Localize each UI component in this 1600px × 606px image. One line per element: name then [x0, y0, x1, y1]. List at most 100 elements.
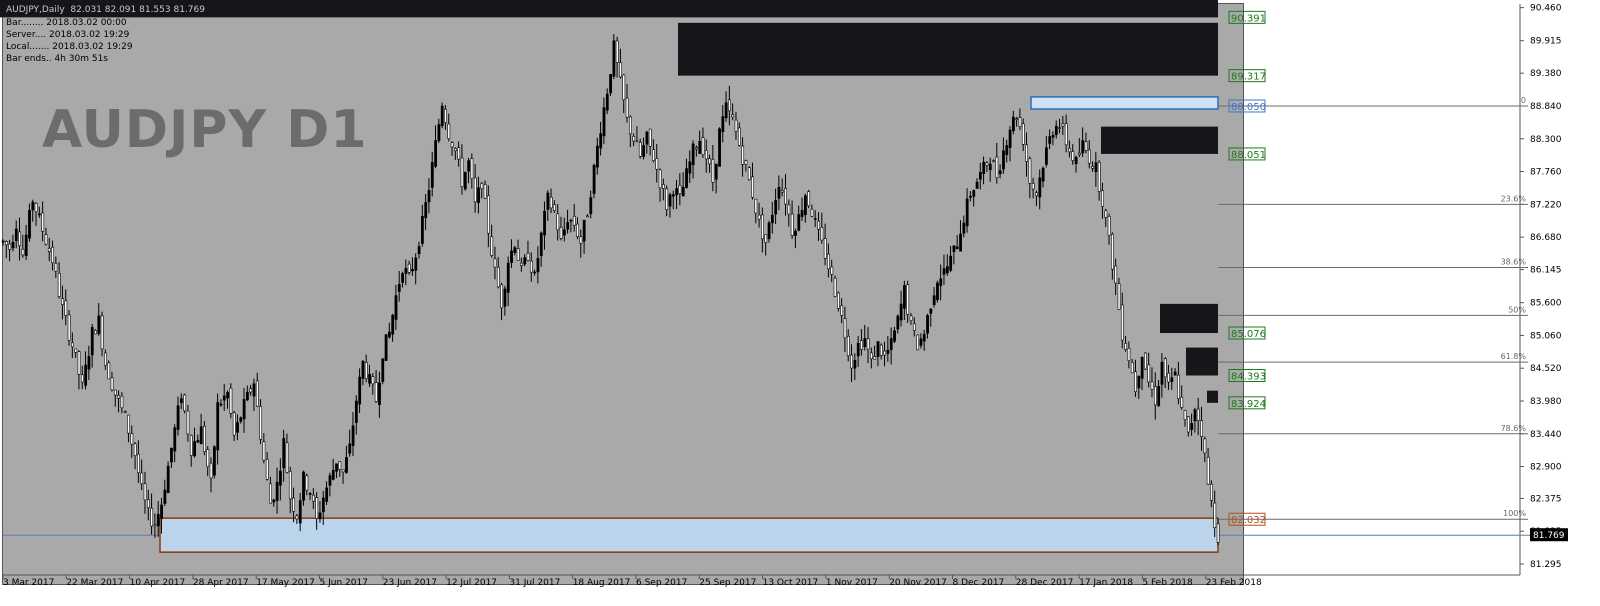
candle-body	[397, 284, 401, 292]
candle-body	[856, 343, 860, 357]
candle-body	[38, 213, 41, 216]
candle-body	[90, 327, 94, 356]
candle-body	[354, 400, 358, 423]
candle-body	[569, 219, 573, 222]
candle-body	[163, 489, 167, 504]
candle-body	[1035, 192, 1038, 197]
candle-body	[216, 402, 220, 451]
candle-body	[648, 128, 652, 147]
candle-body	[893, 330, 896, 342]
candle-body	[71, 342, 74, 348]
current-price-label: 81.769	[1533, 531, 1565, 541]
candle-body	[714, 163, 718, 180]
candle-body	[51, 246, 55, 264]
info-bar-time: Bar........ 2018.03.02 00:00	[6, 18, 127, 28]
candle-body	[949, 255, 953, 271]
demand-zone	[159, 517, 1219, 553]
candle-body	[536, 258, 540, 273]
candle-body	[424, 202, 428, 219]
x-tick-label: 22 Mar 2017	[66, 578, 123, 588]
y-tick-label: 85.060	[1530, 331, 1562, 341]
candle-body	[645, 131, 649, 145]
candle-body	[846, 336, 850, 357]
candle-body	[978, 172, 982, 180]
candle-body	[437, 124, 441, 142]
candle-body	[127, 414, 130, 434]
candle-body	[728, 99, 731, 112]
candle-body	[1048, 136, 1052, 144]
candle-body	[470, 158, 474, 179]
candle-body	[421, 216, 424, 244]
candle-body	[404, 268, 408, 274]
candle-body	[549, 196, 553, 209]
candle-body	[318, 512, 322, 520]
candle-body	[912, 323, 916, 331]
zone-price-label: 90.391	[1231, 13, 1266, 24]
supply-zone	[1186, 347, 1218, 376]
candle-body	[1078, 152, 1081, 155]
candle-body	[24, 234, 28, 256]
candle-body	[387, 331, 391, 338]
candle-body	[780, 190, 784, 193]
candle-body	[358, 376, 362, 405]
info-local-time: Local....... 2018.03.02 19:29	[6, 42, 133, 52]
candle-body	[622, 74, 626, 100]
candle-body	[688, 161, 692, 174]
candle-body	[500, 284, 504, 309]
candle-body	[1213, 502, 1217, 528]
candle-body	[104, 352, 107, 366]
candle-body	[767, 222, 771, 240]
candle-body	[718, 128, 721, 167]
candle-body	[467, 160, 471, 172]
candle-body	[130, 433, 134, 445]
candle-body	[1097, 162, 1101, 192]
candle-body	[1120, 304, 1124, 341]
candle-body	[239, 417, 243, 422]
candle-body	[275, 481, 279, 501]
candle-body	[803, 195, 807, 216]
candle-body	[1087, 149, 1091, 164]
zone-price-label: 88.050	[1231, 102, 1266, 113]
y-tick-label: 82.900	[1530, 463, 1562, 473]
candle-body	[889, 338, 893, 350]
candle-body	[1101, 190, 1104, 207]
y-tick-label: 82.375	[1530, 494, 1562, 504]
candle-body	[1210, 483, 1213, 501]
candle-body	[77, 351, 81, 375]
candle-body	[213, 446, 216, 476]
candle-body	[153, 524, 157, 527]
candle-body	[1124, 343, 1128, 350]
candle-body	[1071, 151, 1075, 161]
candle-body	[31, 201, 35, 211]
candle-body	[975, 181, 979, 189]
x-tick-label: 8 Dec 2017	[953, 578, 1005, 588]
candle-body	[1186, 416, 1190, 433]
candle-body	[731, 114, 735, 118]
candle-body	[840, 305, 844, 316]
candle-body	[605, 93, 609, 111]
chart-window[interactable]: 90.460 89.915 89.380 88.840 88.300 87.760 87.2…	[0, 0, 1600, 606]
candle-body	[1190, 423, 1194, 430]
candle-body	[539, 232, 543, 257]
candle-body	[374, 382, 378, 402]
candle-body	[18, 231, 22, 247]
candle-body	[1114, 265, 1118, 284]
candle-body	[523, 257, 527, 265]
candle-body	[853, 359, 857, 369]
candle-body	[863, 338, 867, 348]
symbol-title: AUDJPY D1	[42, 100, 368, 160]
candle-body	[236, 422, 239, 433]
candle-body	[496, 267, 500, 288]
candle-body	[41, 212, 45, 232]
candle-body	[298, 500, 302, 524]
candle-body	[457, 147, 461, 160]
candle-body	[1005, 145, 1009, 156]
candle-body	[94, 330, 97, 335]
candle-body	[932, 295, 936, 306]
candle-body	[655, 158, 659, 170]
candle-body	[582, 219, 586, 242]
candle-body	[595, 145, 599, 168]
candle-body	[797, 214, 801, 231]
candle-body	[1216, 523, 1220, 543]
candle-body	[546, 192, 550, 210]
